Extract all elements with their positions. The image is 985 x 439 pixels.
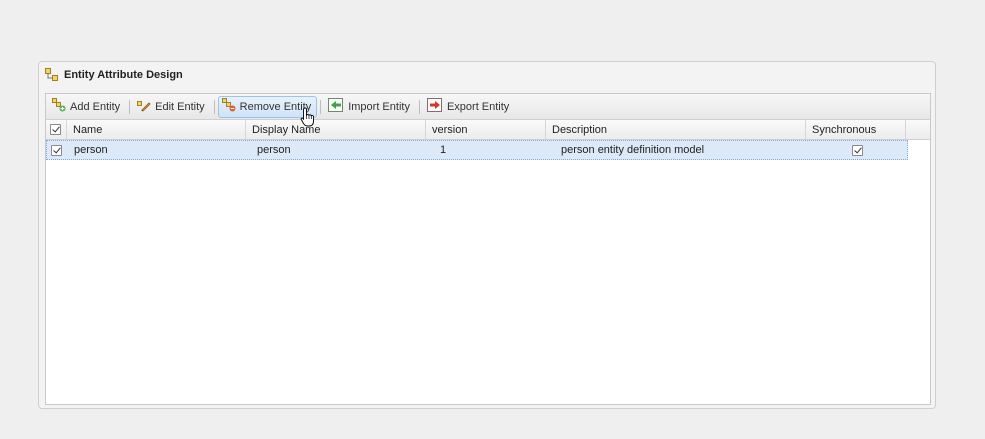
export-entity-button[interactable]: Export Entity [423,96,515,118]
row-select-checkbox[interactable] [51,144,62,156]
panel-header: Entity Attribute Design [39,62,935,87]
toolbar-separator [213,99,215,114]
toolbar: Add Entity Edit Entity Remove Entity Imp… [46,94,930,120]
select-all-cell [46,120,67,139]
column-header-synchronous[interactable]: Synchronous [806,120,906,139]
add-entity-icon [52,98,66,115]
remove-entity-icon [221,98,236,115]
cell-display-name: person [257,144,291,156]
panel-body: Add Entity Edit Entity Remove Entity Imp… [45,93,931,405]
edit-entity-label: Edit Entity [155,100,205,113]
toolbar-separator [320,99,322,114]
edit-pencil-icon [137,98,151,115]
export-icon [426,98,443,115]
column-header-name[interactable]: Name [67,120,246,139]
import-entity-button[interactable]: Import Entity [324,96,416,118]
add-entity-label: Add Entity [70,100,121,113]
column-header-display-name[interactable]: Display Name [246,120,426,139]
panel-title: Entity Attribute Design [64,68,183,81]
import-entity-label: Import Entity [348,100,410,113]
column-header-description[interactable]: Description [546,120,806,139]
entity-icon [45,67,59,82]
cell-synchronous [807,141,907,159]
grid-header: Name Display Name version Description Sy… [46,120,930,140]
cell-name: person [74,144,108,156]
column-header-version[interactable]: version [426,120,546,139]
export-entity-label: Export Entity [446,100,510,113]
table-row[interactable]: person person 1 person entity definition… [46,140,908,160]
synchronous-checkbox[interactable] [851,144,863,156]
hand-cursor-icon [300,107,316,130]
toolbar-separator [418,99,420,114]
edit-entity-button[interactable]: Edit Entity [133,96,211,118]
import-icon [328,98,344,115]
row-select-cell [47,141,68,159]
add-entity-button[interactable]: Add Entity [48,96,126,118]
select-all-checkbox[interactable] [50,124,61,135]
cell-version: 1 [440,144,447,156]
entity-attribute-design-panel: Entity Attribute Design Add Entity Edit … [38,61,936,409]
cell-description: person entity definition model [561,144,705,156]
toolbar-separator [129,99,131,114]
